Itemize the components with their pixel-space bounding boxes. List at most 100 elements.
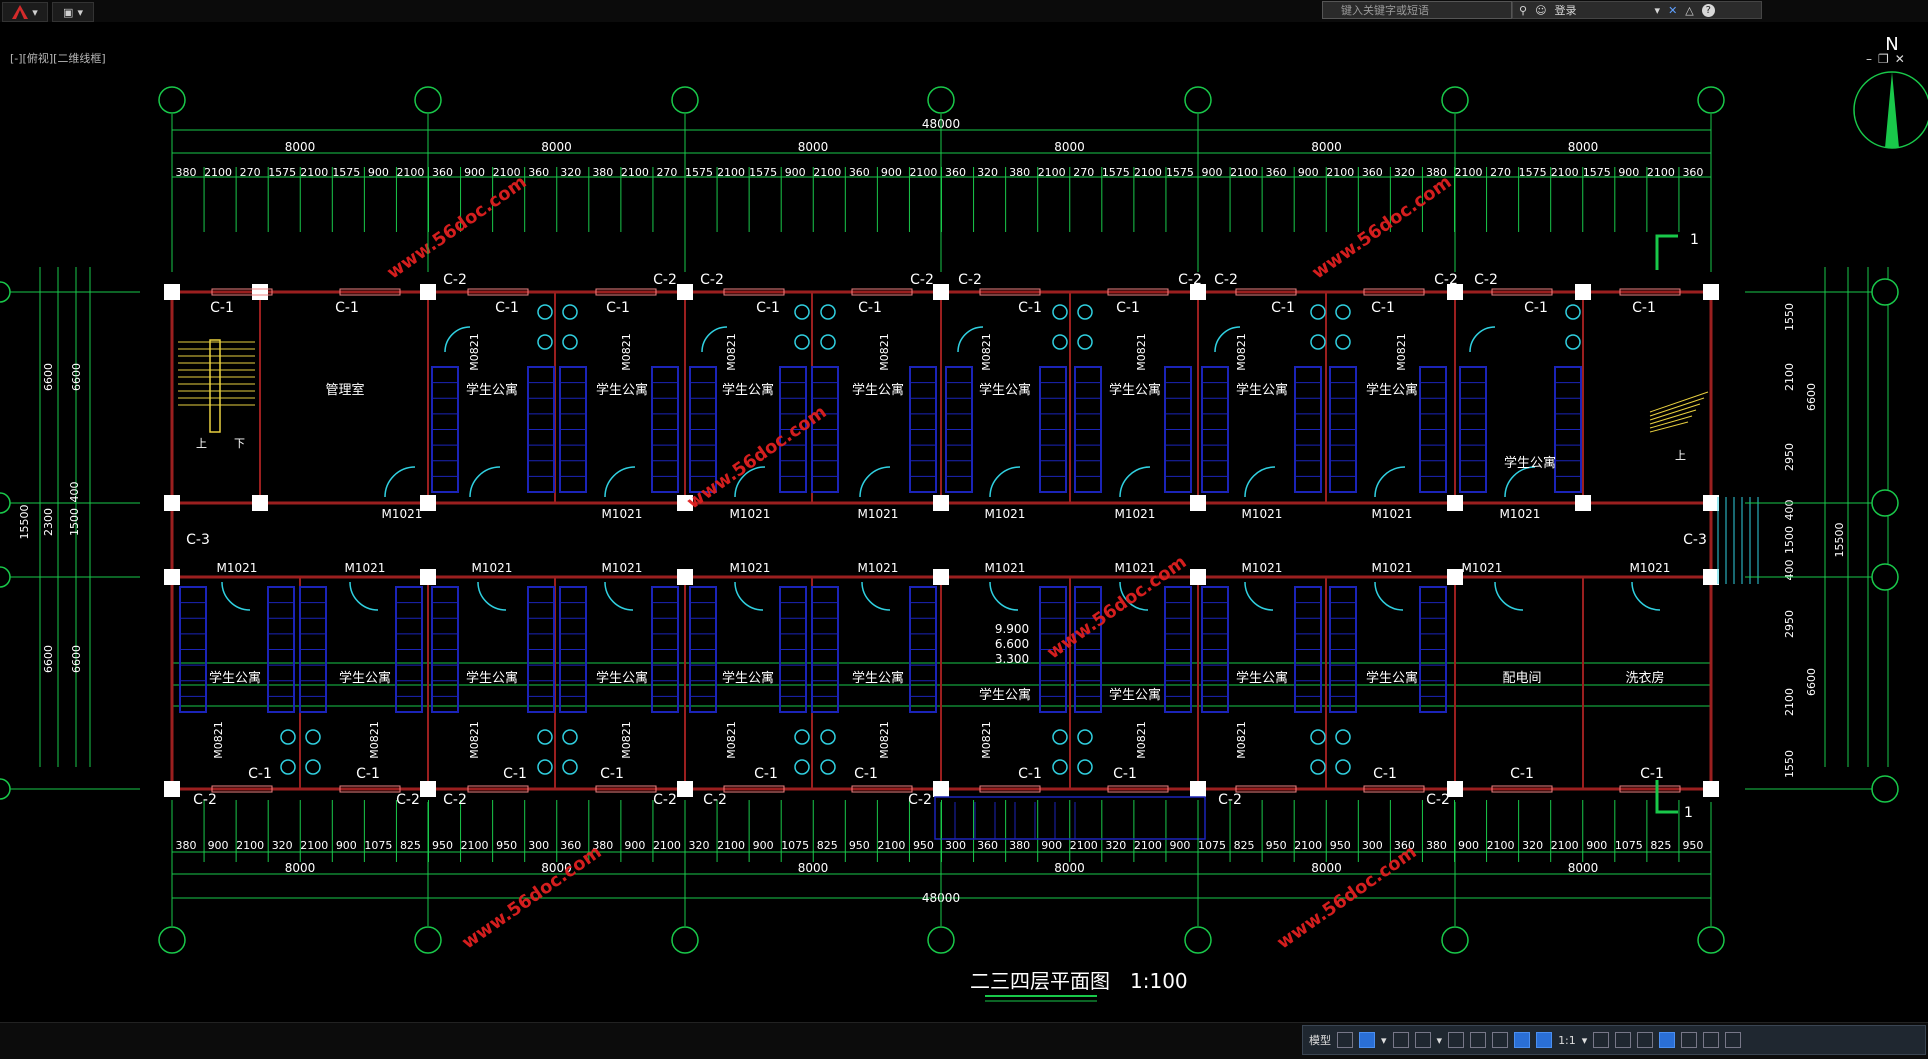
annotation-scale-value[interactable]: 1:1 (1558, 1034, 1576, 1047)
chevron-down-icon[interactable]: ▾ (1582, 1034, 1588, 1047)
detail-dimension-bottom: 360 (977, 839, 998, 852)
close-icon[interactable]: ✕ (1895, 52, 1905, 66)
right-dimension: 6600 (1805, 668, 1818, 696)
detail-dimension-bottom: 900 (336, 839, 357, 852)
door-tag-m1021: M1021 (985, 561, 1026, 575)
isodraft-icon[interactable] (1448, 1032, 1465, 1048)
application-menu-button[interactable]: ▾ (2, 2, 48, 22)
polar-icon[interactable] (1414, 1032, 1431, 1048)
detail-dimension-bottom: 2100 (1294, 839, 1322, 852)
window-tag-c1: C-1 (1113, 766, 1137, 782)
structural-column (420, 781, 436, 797)
structural-column (933, 569, 949, 585)
detail-dimension-bottom: 900 (1586, 839, 1607, 852)
door-tag-m1021: M1021 (602, 561, 643, 575)
a360-icon[interactable]: △ (1685, 4, 1693, 17)
plus-icon[interactable] (1615, 1032, 1632, 1048)
door-tag-m0821: M0821 (620, 333, 633, 371)
detail-dimension-top: 380 (176, 166, 197, 179)
drawing-canvas[interactable]: 48000 48000 8000 8000 8000 8000 8000 8000 8000 80… (0, 22, 1928, 1022)
detail-dimension-bottom: 320 (1105, 839, 1126, 852)
detail-dimension-bottom: 2100 (1551, 839, 1579, 852)
detail-dimension-top: 1575 (332, 166, 360, 179)
stair-up-label: 上 (196, 437, 207, 450)
hardware-acceleration-icon[interactable] (1681, 1032, 1698, 1048)
chevron-down-icon[interactable]: ▾ (1381, 1034, 1387, 1047)
left-dimension: 400 (68, 482, 81, 503)
snap-icon[interactable] (1359, 1032, 1375, 1048)
grid-bubble (1697, 926, 1725, 954)
right-dimension: 2100 (1783, 363, 1796, 391)
detail-dimension-bottom: 900 (624, 839, 645, 852)
clean-screen-icon[interactable] (1703, 1032, 1720, 1048)
door-tag-m0821: M0821 (980, 721, 993, 759)
structural-column (252, 284, 268, 300)
window-tag-c1: C-1 (210, 300, 234, 316)
detail-dimension-top: 2100 (204, 166, 232, 179)
help-icon[interactable]: ? (1701, 3, 1715, 17)
minimize-icon[interactable]: – (1866, 52, 1872, 66)
lineweight-icon[interactable] (1492, 1032, 1509, 1048)
room-label: 管理室 (325, 382, 364, 398)
chevron-down-icon[interactable]: ▾ (1437, 1034, 1443, 1047)
detail-dimension-top: 270 (240, 166, 261, 179)
door-tag-m1021: M1021 (472, 561, 513, 575)
annotation-visibility-icon[interactable] (1536, 1032, 1553, 1048)
ortho-icon[interactable] (1392, 1032, 1409, 1048)
detail-dimension-top: 1575 (1519, 166, 1547, 179)
detail-dimension-bottom: 1075 (1615, 839, 1643, 852)
exchange-icon[interactable]: ✕ (1668, 4, 1677, 17)
isolate-icon[interactable] (1659, 1032, 1676, 1048)
bay-dimension-bottom: 8000 (1311, 861, 1342, 875)
detail-dimension-top: 360 (1682, 166, 1703, 179)
login-button[interactable]: 登录 (1555, 2, 1577, 18)
status-toolbar: 模型 ▾ ▾ 1:1 ▾ (1302, 1025, 1926, 1055)
door-tag-m0821: M0821 (1135, 333, 1148, 371)
restore-icon[interactable]: ❐ (1878, 52, 1889, 66)
detail-dimension-top: 900 (464, 166, 485, 179)
bay-dimension-top: 8000 (285, 140, 316, 154)
detail-dimension-top: 360 (945, 166, 966, 179)
annotation-scale-icon[interactable] (1514, 1032, 1531, 1048)
viewport-label[interactable]: [-][俯视][二维线框] (10, 50, 106, 66)
door-tag-m0821: M0821 (878, 333, 891, 371)
detail-dimension-bottom: 825 (1234, 839, 1255, 852)
gear-icon[interactable] (1593, 1032, 1610, 1048)
object-snap-icon[interactable] (1470, 1032, 1487, 1048)
model-space-button[interactable]: 模型 (1309, 1032, 1331, 1048)
detail-dimension-bottom: 320 (1522, 839, 1543, 852)
detail-dimension-bottom: 900 (1458, 839, 1479, 852)
bay-dimension-top: 8000 (798, 140, 829, 154)
search-input[interactable]: 键入关键字或短语 (1322, 1, 1512, 19)
room-label: 学生公寓 (979, 382, 1031, 398)
right-dimension: 1550 (1783, 303, 1796, 331)
detail-dimension-top: 1575 (1166, 166, 1194, 179)
window-tag-c2: C-2 (910, 272, 934, 288)
detail-dimension-top: 2100 (300, 166, 328, 179)
chevron-down-icon[interactable]: ▾ (1655, 4, 1661, 17)
window-tag-c2: C-2 (193, 792, 217, 808)
room-label: 学生公寓 (466, 670, 518, 686)
drawing-title: 二三四层平面图 (970, 969, 1110, 993)
user-icon[interactable]: ☺ (1535, 4, 1546, 17)
structural-column (1703, 284, 1719, 300)
menu-icon[interactable] (1725, 1032, 1742, 1048)
window-tag-c1: C-1 (1632, 300, 1656, 316)
detail-dimension-top: 2100 (1647, 166, 1675, 179)
window-tag-c2: C-2 (1426, 792, 1450, 808)
quick-access-toolbar[interactable]: ▣ ▾ (52, 2, 94, 22)
grid-bubble (1871, 278, 1899, 306)
door-tag-m1021: M1021 (1500, 507, 1541, 521)
units-icon[interactable] (1637, 1032, 1654, 1048)
grid-bubble (671, 926, 699, 954)
detail-dimension-top: 2100 (1326, 166, 1354, 179)
detail-dimension-bottom: 1075 (781, 839, 809, 852)
binoculars-icon[interactable]: ⚲ (1519, 4, 1527, 17)
grid-icon[interactable] (1337, 1032, 1353, 1048)
detail-dimension-bottom: 1075 (1198, 839, 1226, 852)
grid-bubble (1871, 563, 1899, 591)
detail-dimension-bottom: 320 (689, 839, 710, 852)
structural-column (420, 284, 436, 300)
window-tag-c2: C-2 (396, 792, 420, 808)
detail-dimension-bottom: 320 (272, 839, 293, 852)
